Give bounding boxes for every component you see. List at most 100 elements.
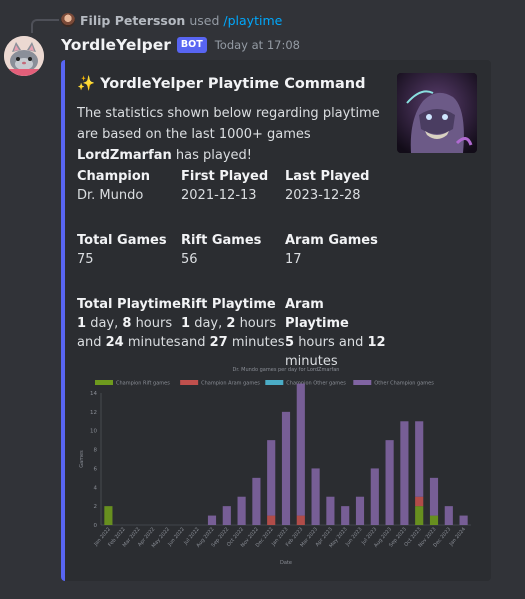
field-last-played: Last Played 2023-12-28 <box>285 167 390 205</box>
field-name: Aram Playtime <box>285 297 349 331</box>
embed: ✨ YordleYelper Playtime Command The stat… <box>61 60 491 581</box>
field-value: Dr. Mundo <box>77 188 144 203</box>
dr-mundo-portrait-icon <box>397 73 477 153</box>
bar-3-22 <box>429 477 439 516</box>
minutes-value: 27 <box>209 335 228 350</box>
y-tick-label: 6 <box>94 466 98 472</box>
field-value: 1 day, 2 hours and 27 minutes <box>181 314 286 352</box>
field-aram-playtime: Aram Playtime 5 hours and 12 minutes <box>285 295 390 371</box>
unit-hours: hours <box>135 316 173 331</box>
field-rift-games: Rift Games 56 <box>181 231 286 269</box>
bar-3-9 <box>237 496 246 525</box>
embed-title: ✨ YordleYelper Playtime Command <box>77 75 366 93</box>
bot-badge: BOT <box>176 37 207 53</box>
field-aram-games: Aram Games 17 <box>285 231 390 269</box>
bot-username[interactable]: YordleYelper <box>61 36 171 54</box>
bar-3-19 <box>385 440 394 525</box>
embed-accent-bar <box>61 60 65 581</box>
y-tick-label: 2 <box>94 504 98 510</box>
replied-user-avatar[interactable] <box>61 13 75 27</box>
y-tick-label: 0 <box>94 523 98 529</box>
bar-1-11 <box>267 515 276 525</box>
desc-summoner-name: LordZmarfan <box>77 148 172 163</box>
x-axis-label: Date <box>280 560 292 566</box>
field-first-played: First Played 2021-12-13 <box>181 167 286 205</box>
legend-label-2: Champion Other games <box>286 381 346 387</box>
field-value: 2021-12-13 <box>181 188 257 203</box>
field-name: Last Played <box>285 169 370 184</box>
y-tick-label: 10 <box>90 429 97 435</box>
bar-3-14 <box>311 468 320 525</box>
embed-description: The statistics shown below regarding pla… <box>77 103 382 166</box>
yordle-avatar-icon <box>4 36 44 76</box>
unit-day: day, <box>90 316 119 331</box>
desc-text-pre: The statistics shown below regarding pla… <box>77 106 380 142</box>
message-timestamp[interactable]: Today at 17:08 <box>215 38 300 52</box>
unit-hours: hours <box>239 316 277 331</box>
bot-avatar[interactable] <box>4 36 44 76</box>
replied-username[interactable]: Filip Petersson <box>80 13 185 28</box>
legend-label-1: Champion Aram games <box>201 381 260 387</box>
y-tick-label: 8 <box>94 448 98 454</box>
field-rift-playtime: Rift Playtime 1 day, 2 hours and 27 minu… <box>181 295 286 352</box>
games-per-day-chart: Dr. Mundo games per day for LordZmarfan C… <box>79 367 471 566</box>
bar-3-16 <box>341 506 350 525</box>
bar-0-22 <box>429 515 439 525</box>
bar-3-7 <box>207 515 217 525</box>
bar-0-21 <box>415 506 424 525</box>
bar-3-24 <box>459 515 468 525</box>
field-value: 17 <box>285 252 302 267</box>
field-name: Aram Games <box>285 233 378 248</box>
legend-swatch-2 <box>265 380 284 385</box>
slash-command-link[interactable]: /playtime <box>223 13 282 28</box>
bar-3-17 <box>355 496 365 525</box>
bar-3-21 <box>415 421 424 497</box>
y-axis-label: Games <box>79 450 85 468</box>
desc-text-post: has played! <box>171 148 253 163</box>
reply-connector-line <box>31 19 59 33</box>
hours-value: 2 <box>226 316 236 331</box>
unit-minutes: minutes <box>127 335 181 350</box>
field-name: Total Games <box>77 233 167 248</box>
bar-3-20 <box>400 421 409 525</box>
minutes-value: 24 <box>105 335 124 350</box>
days-value: 1 <box>181 316 191 331</box>
bar-3-13 <box>296 383 305 516</box>
legend-swatch-3 <box>353 380 372 385</box>
y-tick-label: 12 <box>90 410 97 416</box>
field-total-playtime: Total Playtime 1 day, 8 hours and 24 min… <box>77 295 182 352</box>
unit-day: day, <box>194 316 223 331</box>
unit-minutes: minutes <box>231 335 285 350</box>
bar-3-10 <box>252 477 261 525</box>
embed-image-chart[interactable]: Dr. Mundo games per day for LordZmarfan C… <box>77 365 477 570</box>
reply-reference[interactable]: Filip Petersson used /playtime <box>61 11 282 29</box>
field-name: Total Playtime <box>77 297 181 312</box>
y-tick-label: 4 <box>94 485 98 491</box>
legend-swatch-1 <box>180 380 199 385</box>
bar-3-11 <box>267 440 276 516</box>
embed-title-text: YordleYelper Playtime Command <box>100 75 366 92</box>
unit-and: and <box>181 335 206 350</box>
field-value: 2023-12-28 <box>285 188 361 203</box>
field-champion: Champion Dr. Mundo <box>77 167 182 205</box>
embed-thumbnail-champion-portrait[interactable] <box>397 73 477 153</box>
hours-value: 5 <box>285 335 295 350</box>
unit-and: and <box>338 335 364 350</box>
field-total-games: Total Games 75 <box>77 231 182 269</box>
bar-3-12 <box>281 411 291 525</box>
sparkles-icon: ✨ <box>77 76 96 92</box>
legend-label-0: Champion Rift games <box>116 381 170 387</box>
legend-swatch-0 <box>95 380 113 385</box>
message-header: YordleYelper BOT Today at 17:08 <box>61 35 300 55</box>
unit-and: and <box>77 335 102 350</box>
hours-value: 8 <box>122 316 132 331</box>
bar-0-0 <box>104 506 113 525</box>
bar-1-13 <box>296 515 305 525</box>
y-tick-label: 14 <box>90 391 97 397</box>
field-name: Rift Games <box>181 233 262 248</box>
bar-3-8 <box>222 506 231 525</box>
field-name: Rift Playtime <box>181 297 276 312</box>
bar-1-21 <box>415 496 424 507</box>
days-value: 1 <box>77 316 87 331</box>
bar-3-15 <box>326 496 335 525</box>
